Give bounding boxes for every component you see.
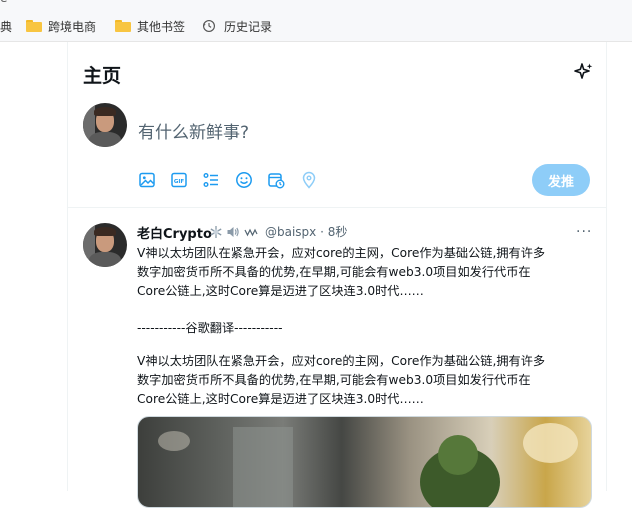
- compose-avatar[interactable]: [83, 103, 127, 147]
- bookmark-label: 其他书签: [137, 19, 186, 34]
- feed-left-border: [67, 42, 68, 491]
- gif-icon[interactable]: GIF: [170, 171, 188, 189]
- top-fragment-text: e: [0, 0, 7, 5]
- tweet-media-image[interactable]: [137, 416, 592, 508]
- bookmark-label: 跨境电商: [48, 19, 97, 34]
- location-icon: [302, 171, 316, 189]
- bookmark-label: 典: [0, 19, 13, 34]
- tweet-text-line: Core公链上,这时Core算是迈进了区块连3.0时代……: [137, 392, 424, 406]
- translation-separator: -----------谷歌翻译-----------: [137, 321, 283, 335]
- folder-icon: [26, 20, 42, 32]
- tweet-text-line: 数字加密货币所不具备的优势,在早期,可能会有web3.0项目如发行代币在: [137, 373, 531, 387]
- page-title: 主页: [83, 65, 122, 87]
- more-options-icon[interactable]: ···: [576, 224, 592, 240]
- bookmark-folder-cross-border[interactable]: 跨境电商: [26, 16, 96, 36]
- bookmark-folder-other[interactable]: 其他书签: [115, 16, 185, 36]
- bookmark-history[interactable]: 历史记录: [202, 16, 272, 36]
- sparkle-icon[interactable]: [574, 62, 594, 82]
- post-button[interactable]: 发推: [532, 164, 590, 196]
- bookmark-label: 历史记录: [224, 19, 273, 34]
- bookmarks-bar: e 典 跨境电商 其他书签 历史记录: [0, 0, 632, 42]
- tweet-avatar[interactable]: [83, 223, 127, 267]
- tweet-text-line: V神以太坊团队在紧急开会，应对core的主网，Core作为基础公链,拥有许多: [137, 246, 546, 260]
- snowflake-icon: [210, 226, 222, 238]
- tweet-author-name[interactable]: 老白Crypto: [137, 223, 212, 242]
- feed-right-border: [606, 42, 607, 491]
- bookmark-fragment[interactable]: 典: [0, 16, 12, 36]
- tweet-handle-time[interactable]: @baispx · 8秒: [265, 223, 347, 240]
- tweet-text-line: V神以太坊团队在紧急开会，应对core的主网，Core作为基础公链,拥有许多: [137, 354, 546, 368]
- speaker-icon: [227, 227, 239, 237]
- schedule-icon[interactable]: [267, 171, 285, 189]
- wave-icon: [244, 228, 258, 237]
- emoji-icon[interactable]: [235, 171, 253, 189]
- compose-divider: [68, 207, 606, 208]
- image-icon[interactable]: [138, 171, 156, 189]
- compose-input[interactable]: 有什么新鲜事?: [138, 118, 249, 143]
- svg-text:GIF: GIF: [174, 179, 185, 185]
- folder-icon: [115, 20, 131, 32]
- history-icon: [203, 20, 215, 32]
- poll-icon[interactable]: [202, 171, 220, 189]
- tweet-text-line: Core公链上,这时Core算是迈进了区块连3.0时代……: [137, 284, 424, 298]
- tweet-text-line: 数字加密货币所不具备的优势,在早期,可能会有web3.0项目如发行代币在: [137, 265, 531, 279]
